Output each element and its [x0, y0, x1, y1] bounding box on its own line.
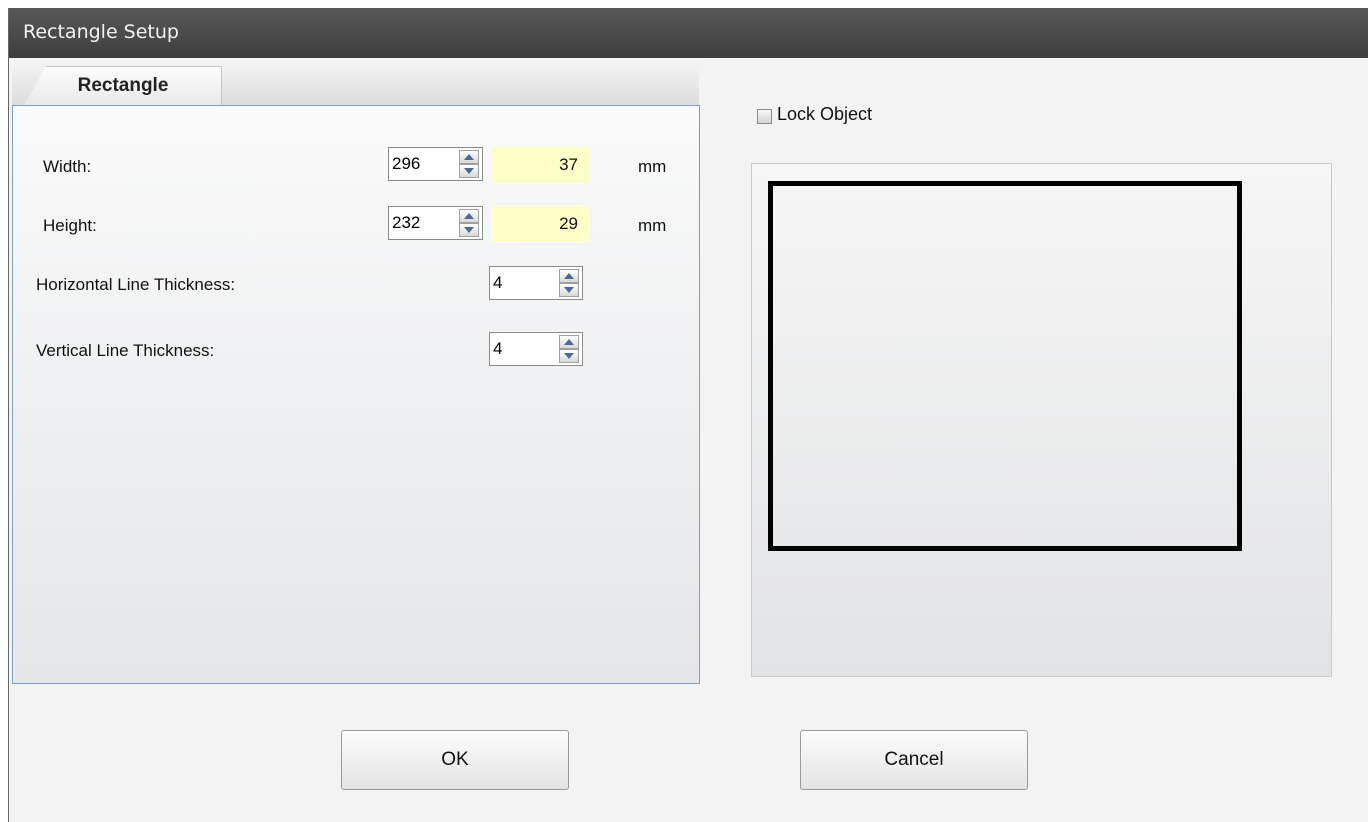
spin-up-down-icon[interactable]: [559, 269, 579, 297]
width-input[interactable]: [392, 151, 438, 177]
vertical-thickness-spinbox: [489, 332, 583, 366]
vertical-thickness-input[interactable]: [493, 336, 539, 362]
horizontal-thickness-spinbox: [489, 266, 583, 300]
lock-object-label[interactable]: Lock Object: [777, 104, 872, 125]
width-mm-value: 37: [492, 147, 590, 183]
window-title: Rectangle Setup: [9, 8, 1368, 58]
height-label: Height:: [43, 216, 97, 235]
rectangle-preview: [751, 163, 1332, 677]
rectangle-settings-panel: [12, 105, 700, 684]
checkbox-unchecked-icon[interactable]: [757, 109, 772, 124]
ok-button[interactable]: OK: [341, 730, 569, 790]
width-label: Width:: [43, 157, 92, 176]
height-input[interactable]: [392, 210, 438, 236]
height-mm-value: 29: [492, 206, 590, 242]
cancel-button[interactable]: Cancel: [800, 730, 1028, 790]
horizontal-thickness-input[interactable]: [493, 270, 539, 296]
spin-up-down-icon[interactable]: [559, 335, 579, 363]
tab-strip: Rectangle: [12, 58, 699, 106]
height-unit: mm: [638, 216, 667, 235]
spin-up-down-icon[interactable]: [459, 209, 479, 237]
tab-rectangle[interactable]: Rectangle: [24, 66, 222, 106]
height-spinbox: [388, 206, 483, 240]
spin-up-down-icon[interactable]: [459, 150, 479, 178]
preview-rectangle-shape: [768, 181, 1242, 551]
horizontal-thickness-label: Horizontal Line Thickness:: [36, 275, 236, 294]
width-unit: mm: [638, 157, 667, 176]
width-spinbox: [388, 147, 483, 181]
vertical-thickness-label: Vertical Line Thickness:: [36, 341, 215, 360]
